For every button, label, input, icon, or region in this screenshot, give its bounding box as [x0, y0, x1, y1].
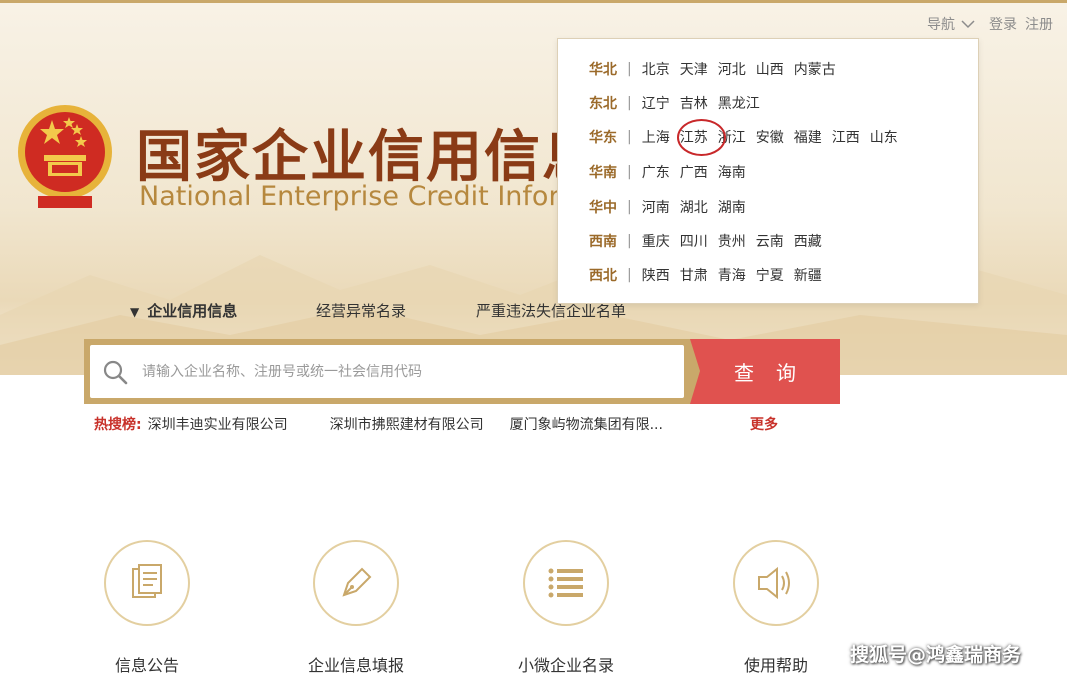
- region-name: 西南: [589, 234, 617, 250]
- province-link[interactable]: 青海: [718, 265, 746, 285]
- province-link[interactable]: 广东: [642, 162, 670, 182]
- region-name: 华南: [589, 165, 617, 181]
- region-name: 东北: [589, 96, 617, 112]
- province-link[interactable]: 北京: [642, 59, 670, 79]
- province-link[interactable]: 湖北: [680, 197, 708, 217]
- province-link[interactable]: 陕西: [642, 265, 670, 285]
- tab-label: 企业信用信息: [147, 302, 238, 320]
- list-icon: [548, 568, 583, 598]
- hot-search-label: 热搜榜:: [94, 417, 142, 433]
- search-icon: [103, 360, 128, 384]
- province-link[interactable]: 甘肃: [680, 265, 708, 285]
- province-link[interactable]: 安徽: [756, 127, 784, 147]
- province-link[interactable]: 宁夏: [756, 265, 784, 285]
- province-link[interactable]: 海南: [718, 162, 746, 182]
- nav-dropdown-toggle[interactable]: 导航: [927, 14, 975, 34]
- site-title-en: National Enterprise Credit Information P…: [139, 181, 557, 212]
- region-row-southwest: 西南 | 重庆 四川 贵州 云南 西藏: [589, 231, 822, 251]
- pen-icon: [342, 567, 372, 597]
- region-row-northwest: 西北 | 陕西 甘肃 青海 宁夏 新疆: [589, 265, 822, 285]
- province-link[interactable]: 天津: [680, 59, 708, 79]
- tab-abnormal-list[interactable]: 经营异常名录: [316, 300, 476, 321]
- document-icon: [132, 564, 162, 598]
- hot-search-more-link[interactable]: 更多: [750, 414, 778, 434]
- search-tabs: ▼ 企业信用信息 经营异常名录 严重违法失信企业名单: [130, 300, 626, 321]
- province-link[interactable]: 广西: [680, 162, 708, 182]
- hot-search: 热搜榜: 深圳丰迪实业有限公司 深圳市拂熙建材有限公司 厦门象屿物流集团有限..…: [94, 414, 663, 434]
- search-button[interactable]: 查询: [690, 339, 840, 404]
- register-link[interactable]: 注册: [1025, 14, 1053, 34]
- search-input[interactable]: [140, 362, 684, 381]
- search-bar: 查询: [84, 339, 840, 404]
- top-nav: 导航 登录 注册: [927, 14, 1053, 34]
- feature-label: 信息公告: [114, 656, 179, 675]
- region-row-northeast: 东北 | 辽宁 吉林 黑龙江: [589, 93, 760, 113]
- national-emblem-icon: [18, 105, 112, 208]
- feature-label: 使用帮助: [743, 656, 808, 675]
- hot-search-item[interactable]: 厦门象屿物流集团有限...: [510, 414, 663, 434]
- region-row-central: 华中 | 河南 湖北 湖南: [589, 197, 746, 217]
- region-name: 华东: [589, 130, 617, 146]
- province-link[interactable]: 江西: [832, 127, 860, 147]
- province-link[interactable]: 内蒙古: [794, 59, 836, 79]
- province-link[interactable]: 辽宁: [642, 93, 670, 113]
- province-link[interactable]: 重庆: [642, 231, 670, 251]
- province-link[interactable]: 福建: [794, 127, 822, 147]
- hot-search-item[interactable]: 深圳丰迪实业有限公司: [148, 414, 330, 434]
- highlight-circle-annotation: [677, 119, 726, 156]
- province-link[interactable]: 山西: [756, 59, 784, 79]
- feature-info-report[interactable]: 企业信息填报: [301, 540, 411, 676]
- province-link[interactable]: 山东: [870, 127, 898, 147]
- speaker-icon: [758, 566, 790, 600]
- province-link[interactable]: 河北: [718, 59, 746, 79]
- province-link[interactable]: 西藏: [794, 231, 822, 251]
- nav-label: 导航: [927, 17, 955, 33]
- province-link[interactable]: 吉林: [680, 93, 708, 113]
- region-row-north: 华北 | 北京 天津 河北 山西 内蒙古: [589, 59, 836, 79]
- region-row-east: 华东 | 上海 江苏 浙江 安徽 福建 江西 山东: [589, 127, 898, 147]
- province-link[interactable]: 贵州: [718, 231, 746, 251]
- hot-search-item[interactable]: 深圳市拂熙建材有限公司: [330, 414, 510, 434]
- region-row-south: 华南 | 广东 广西 海南: [589, 162, 746, 182]
- tab-enterprise-credit[interactable]: ▼ 企业信用信息: [130, 300, 316, 321]
- region-name: 华中: [589, 200, 617, 216]
- region-name: 华北: [589, 62, 617, 78]
- watermark: 搜狐号@鸿鑫瑞商务: [850, 644, 1022, 666]
- feature-small-enterprise[interactable]: 小微企业名录: [511, 540, 621, 676]
- province-link[interactable]: 新疆: [794, 265, 822, 285]
- feature-info-notice[interactable]: 信息公告: [92, 540, 202, 676]
- province-link[interactable]: 上海: [642, 127, 670, 147]
- region-name: 西北: [589, 268, 617, 284]
- province-link[interactable]: 黑龙江: [718, 93, 760, 113]
- region-dropdown: 华北 | 北京 天津 河北 山西 内蒙古 东北 | 辽宁 吉林 黑龙江 华东 | 上海…: [557, 38, 979, 304]
- feature-label: 小微企业名录: [517, 656, 614, 675]
- province-link[interactable]: 湖南: [718, 197, 746, 217]
- province-link[interactable]: 四川: [680, 231, 708, 251]
- feature-label: 企业信息填报: [307, 656, 404, 675]
- province-link[interactable]: 河南: [642, 197, 670, 217]
- chevron-down-icon: [961, 19, 975, 28]
- login-link[interactable]: 登录: [989, 14, 1017, 34]
- province-link[interactable]: 云南: [756, 231, 784, 251]
- feature-help[interactable]: 使用帮助: [721, 540, 831, 676]
- triangle-down-icon: ▼: [130, 305, 140, 319]
